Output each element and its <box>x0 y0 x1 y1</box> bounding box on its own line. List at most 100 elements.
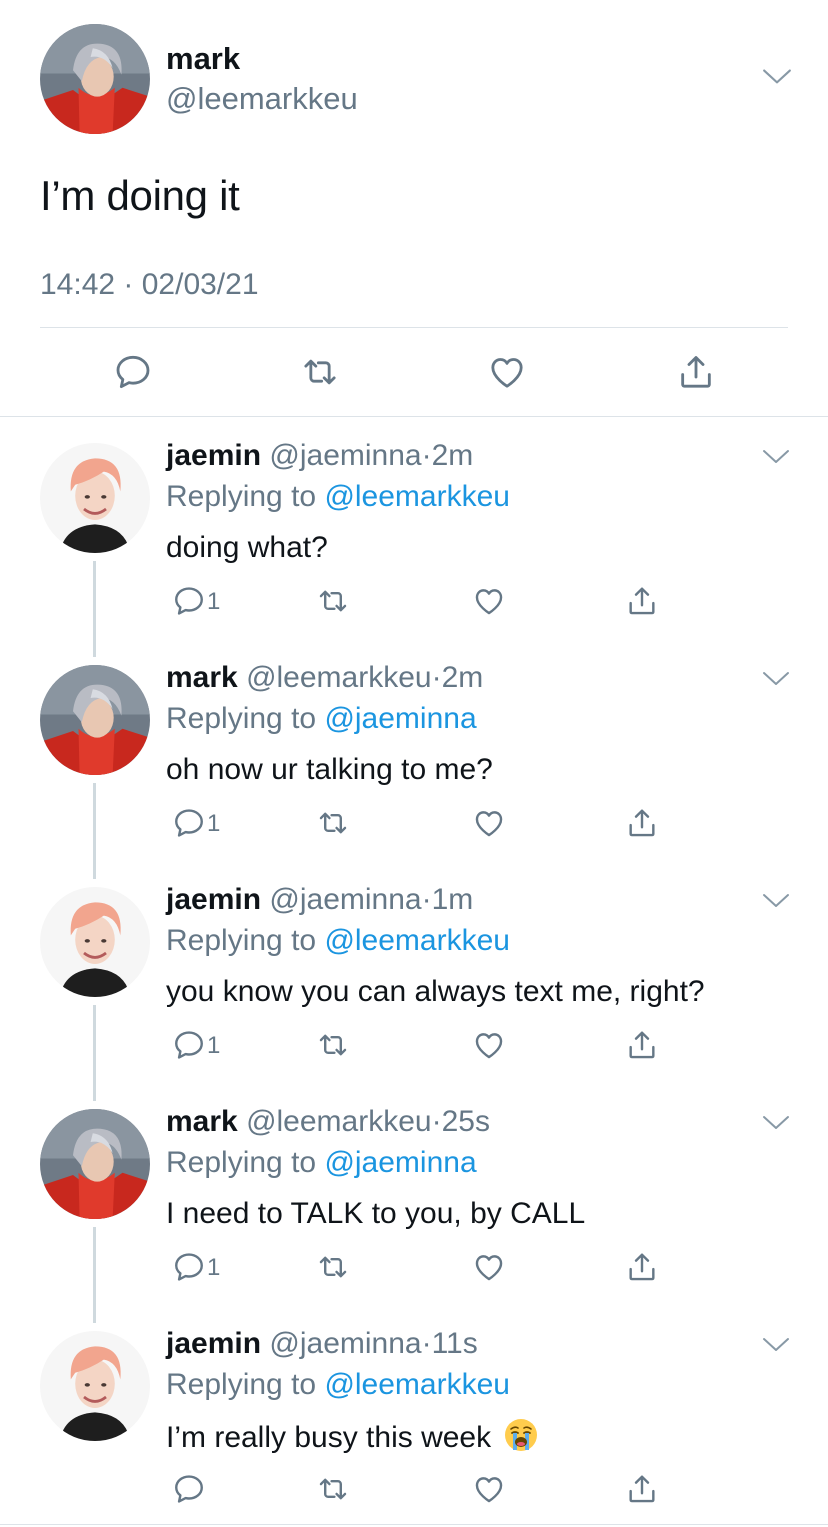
jaemin-avatar-image <box>40 443 150 553</box>
reply-text: I’m really busy this week <box>166 1421 492 1454</box>
reply-tweet[interactable]: mark @leemarkkeu·25s Replying to @jaemin… <box>0 1083 828 1323</box>
reply-time[interactable]: 2m <box>442 661 484 694</box>
reply-text: I need to TALK to you, by CALL <box>166 1197 586 1230</box>
author-handle[interactable]: @jaeminna <box>269 1327 421 1360</box>
avatar[interactable] <box>40 887 150 997</box>
main-tweet: mark @leemarkkeu I’m doing it 14:42 · 02… <box>0 0 828 417</box>
share-icon[interactable] <box>675 352 717 392</box>
author-name[interactable]: mark <box>166 40 240 78</box>
chevron-down-icon[interactable] <box>762 669 790 689</box>
separator-dot: · <box>431 1105 442 1138</box>
replying-prefix: Replying to <box>166 1368 325 1401</box>
avatar[interactable] <box>40 1331 150 1441</box>
reply-icon[interactable] <box>172 1472 206 1506</box>
reply-count: 1 <box>207 588 221 615</box>
tweet-timestamp[interactable]: 14:42 · 02/03/21 <box>40 266 259 304</box>
retweet-icon[interactable] <box>316 1472 350 1506</box>
divider <box>40 327 788 328</box>
author-handle[interactable]: @leemarkkeu <box>246 1105 432 1138</box>
replying-to-link[interactable]: @jaeminna <box>324 702 476 735</box>
jaemin-avatar-image <box>40 887 150 997</box>
replying-to: Replying to @jaeminna <box>166 1144 477 1182</box>
divider <box>0 1524 828 1525</box>
reply-icon[interactable] <box>172 1028 206 1062</box>
author-name[interactable]: jaemin <box>166 439 261 472</box>
retweet-icon[interactable] <box>299 352 341 392</box>
reply-header: jaemin @jaeminna·11s <box>166 1325 478 1363</box>
chevron-down-icon[interactable] <box>762 1113 790 1133</box>
separator-dot: · <box>431 661 442 694</box>
reply-count: 1 <box>207 1032 221 1059</box>
reply-tweet[interactable]: jaemin @jaeminna·1m Replying to @leemark… <box>0 861 828 1101</box>
replying-to: Replying to @leemarkkeu <box>166 478 510 516</box>
reply-tweet[interactable]: mark @leemarkkeu·2m Replying to @jaeminn… <box>0 639 828 879</box>
mark-avatar-image <box>40 1109 150 1219</box>
retweet-icon[interactable] <box>316 584 350 618</box>
like-icon[interactable] <box>486 352 528 392</box>
reply-count: 1 <box>207 1254 221 1281</box>
share-icon[interactable] <box>625 1472 659 1506</box>
mark-avatar-image <box>40 24 150 134</box>
replying-to: Replying to @leemarkkeu <box>166 1366 510 1404</box>
author-handle[interactable]: @jaeminna <box>269 439 421 472</box>
replying-to-link[interactable]: @jaeminna <box>324 1146 476 1179</box>
reply-text: oh now ur talking to me? <box>166 753 493 786</box>
replying-prefix: Replying to <box>166 702 325 735</box>
chevron-down-icon[interactable] <box>762 1335 790 1355</box>
like-icon[interactable] <box>472 584 506 618</box>
chevron-down-icon[interactable] <box>762 66 792 88</box>
replying-to-link[interactable]: @leemarkkeu <box>324 480 510 513</box>
reply-time[interactable]: 25s <box>442 1105 490 1138</box>
avatar[interactable] <box>40 1109 150 1219</box>
replying-to-link[interactable]: @leemarkkeu <box>324 1368 510 1401</box>
reply-time[interactable]: 11s <box>432 1327 478 1360</box>
reply-text: doing what? <box>166 531 328 564</box>
reply-time[interactable]: 1m <box>432 883 474 916</box>
author-handle[interactable]: @jaeminna <box>269 883 421 916</box>
author-name[interactable]: mark <box>166 661 238 694</box>
retweet-icon[interactable] <box>316 1250 350 1284</box>
separator-dot: · <box>421 1327 432 1360</box>
reply-tweet[interactable]: jaemin @jaeminna·2m Replying to @leemark… <box>0 417 828 657</box>
author-name[interactable]: jaemin <box>166 1327 261 1360</box>
chevron-down-icon[interactable] <box>762 447 790 467</box>
chevron-down-icon[interactable] <box>762 891 790 911</box>
author-handle[interactable]: @leemarkkeu <box>246 661 432 694</box>
reply-icon[interactable] <box>172 584 206 618</box>
reply-tweet[interactable]: jaemin @jaeminna·11s Replying to @leemar… <box>0 1305 828 1527</box>
reply-header: jaemin @jaeminna·2m <box>166 437 473 475</box>
author-handle[interactable]: @leemarkkeu <box>166 80 358 118</box>
reply-header: jaemin @jaeminna·1m <box>166 881 473 919</box>
reply-icon[interactable] <box>172 1250 206 1284</box>
like-icon[interactable] <box>472 1028 506 1062</box>
avatar[interactable] <box>40 24 150 134</box>
reply-icon[interactable] <box>172 806 206 840</box>
separator-dot: · <box>421 883 432 916</box>
share-icon[interactable] <box>625 1250 659 1284</box>
author-name[interactable]: mark <box>166 1105 238 1138</box>
author-name[interactable]: jaemin <box>166 883 261 916</box>
separator-dot: · <box>421 439 432 472</box>
reply-count: 1 <box>207 810 221 837</box>
share-icon[interactable] <box>625 806 659 840</box>
retweet-icon[interactable] <box>316 1028 350 1062</box>
replying-to: Replying to @leemarkkeu <box>166 922 510 960</box>
replying-prefix: Replying to <box>166 1146 325 1179</box>
like-icon[interactable] <box>472 1472 506 1506</box>
share-icon[interactable] <box>625 1028 659 1062</box>
crying-face-emoji-icon <box>505 1419 538 1451</box>
reply-icon[interactable] <box>112 352 154 392</box>
reply-time[interactable]: 2m <box>432 439 474 472</box>
share-icon[interactable] <box>625 584 659 618</box>
tweet-text: I’m doing it <box>40 172 240 219</box>
retweet-icon[interactable] <box>316 806 350 840</box>
reply-text-line: I’m really busy this week <box>166 1417 539 1457</box>
replying-to: Replying to @jaeminna <box>166 700 477 738</box>
like-icon[interactable] <box>472 806 506 840</box>
reply-header: mark @leemarkkeu·25s <box>166 1103 490 1141</box>
replying-to-link[interactable]: @leemarkkeu <box>324 924 510 957</box>
avatar[interactable] <box>40 443 150 553</box>
avatar[interactable] <box>40 665 150 775</box>
reply-header: mark @leemarkkeu·2m <box>166 659 483 697</box>
like-icon[interactable] <box>472 1250 506 1284</box>
